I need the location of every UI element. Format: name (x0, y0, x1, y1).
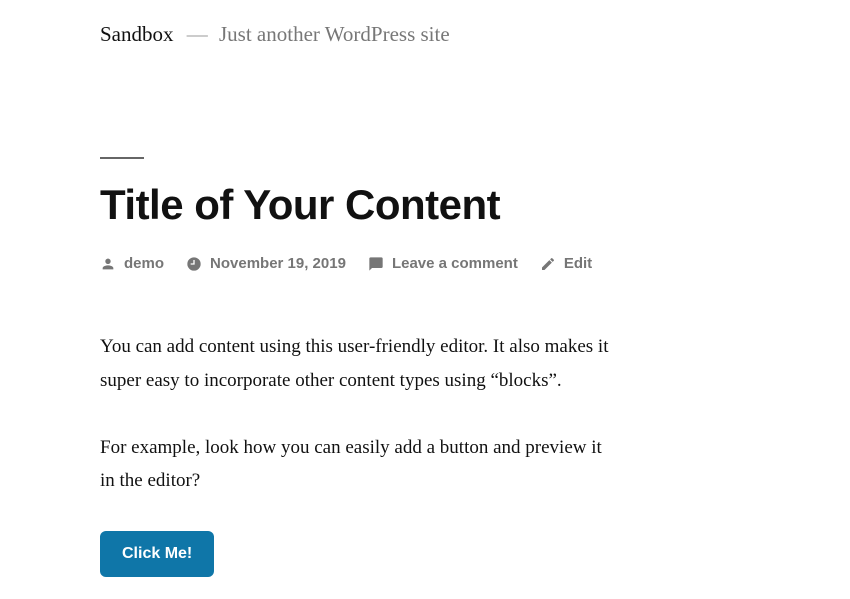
site-header: Sandbox — Just another WordPress site (100, 22, 750, 47)
post-content: You can add content using this user-frie… (100, 330, 620, 577)
meta-edit: Edit (540, 255, 592, 272)
meta-author: demo (100, 255, 164, 272)
comments-link[interactable]: Leave a comment (392, 255, 518, 272)
site-tagline: Just another WordPress site (219, 22, 450, 46)
post-title: Title of Your Content (100, 181, 750, 229)
click-me-button[interactable]: Click Me! (100, 531, 214, 577)
author-link[interactable]: demo (124, 255, 164, 272)
title-rule (100, 157, 144, 159)
tagline-separator: — (187, 22, 208, 46)
pencil-icon (540, 256, 556, 272)
date-link[interactable]: November 19, 2019 (210, 255, 346, 272)
clock-icon (186, 256, 202, 272)
paragraph: You can add content using this user-frie… (100, 330, 620, 397)
site-title-link[interactable]: Sandbox (100, 22, 174, 46)
meta-date: November 19, 2019 (186, 255, 346, 272)
edit-link[interactable]: Edit (564, 255, 592, 272)
post-meta: demo November 19, 2019 Leave a comment E… (100, 255, 750, 272)
meta-comments: Leave a comment (368, 255, 518, 272)
paragraph: For example, look how you can easily add… (100, 431, 620, 498)
comment-icon (368, 256, 384, 272)
person-icon (100, 256, 116, 272)
